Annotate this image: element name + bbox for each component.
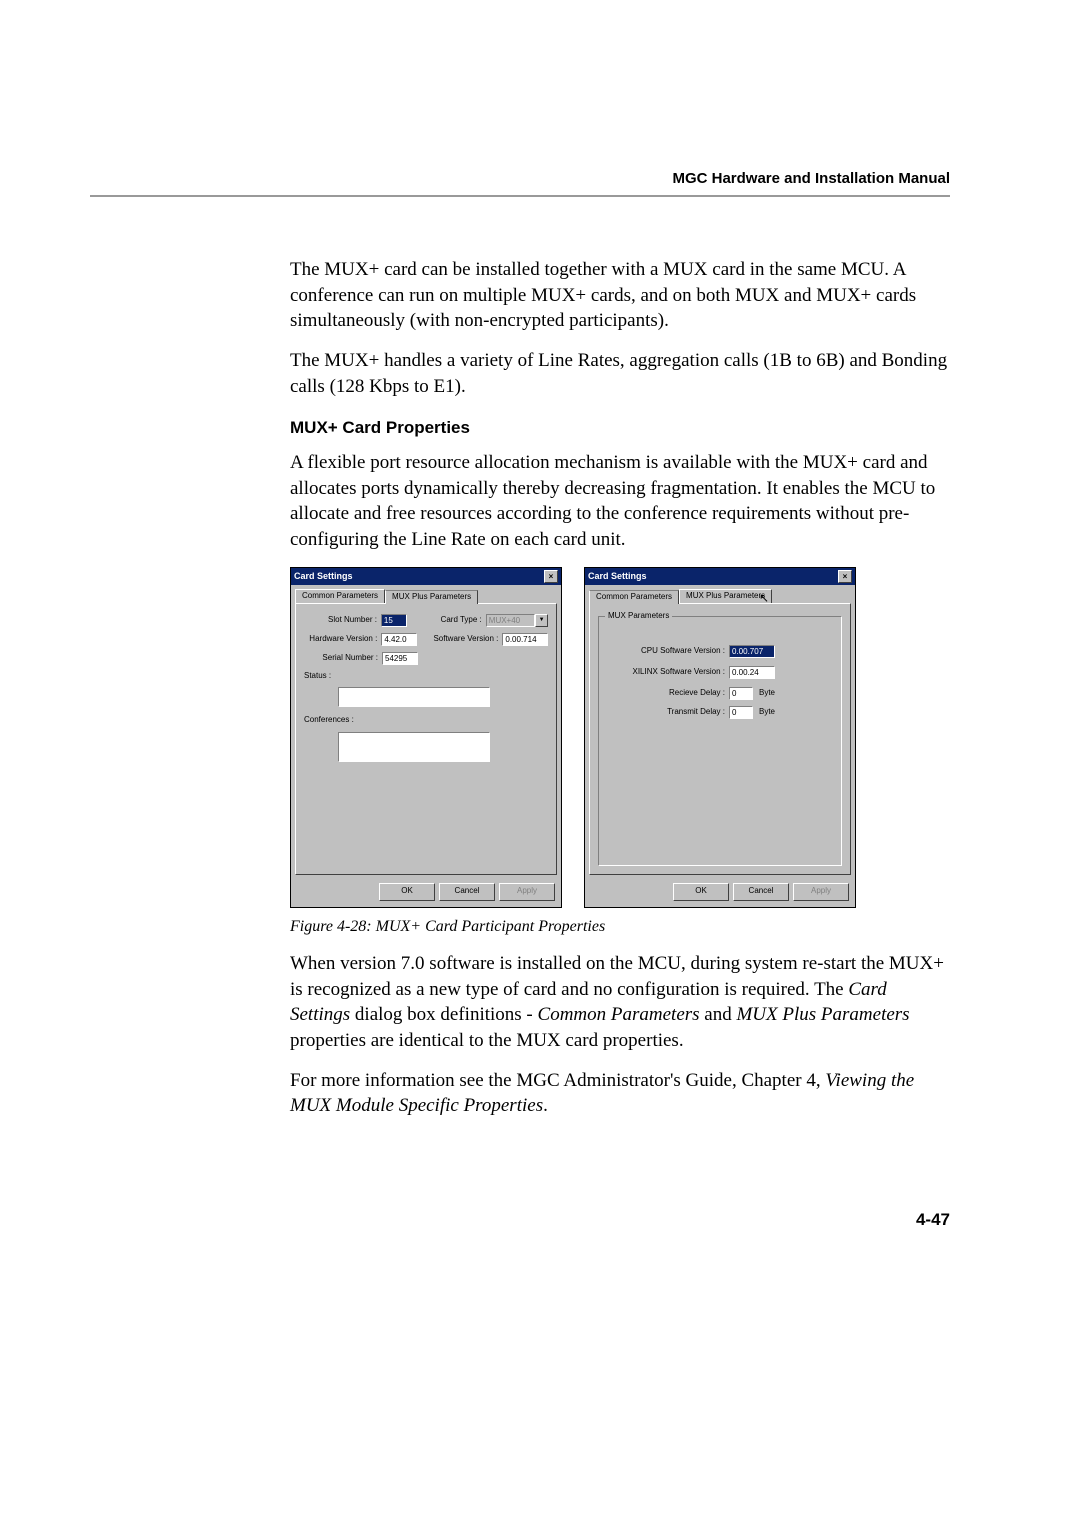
card-type-label: Card Type : — [425, 615, 482, 626]
cpu-software-version-label: CPU Software Version : — [607, 646, 725, 657]
software-version-label: Software Version : — [423, 634, 498, 645]
receive-delay-field[interactable]: 0 — [729, 687, 753, 700]
text-italic: MUX Plus Parameters — [736, 1004, 909, 1025]
tab-mux-plus-parameters[interactable]: MUX Plus Parameters — [385, 590, 478, 604]
dialog-title: Card Settings — [588, 570, 647, 582]
conferences-label: Conferences : — [304, 715, 362, 726]
mux-parameters-group: MUX Parameters CPU Software Version : 0.… — [598, 616, 842, 866]
transmit-delay-label: Transmit Delay : — [607, 707, 725, 718]
status-listbox[interactable] — [338, 687, 490, 707]
paragraph-5: For more information see the MGC Adminis… — [290, 1068, 950, 1119]
chevron-down-icon[interactable]: ▼ — [535, 614, 548, 627]
tab-common-parameters[interactable]: Common Parameters — [295, 589, 385, 603]
titlebar: Card Settings × — [585, 568, 855, 585]
receive-delay-label: Recieve Delay : — [607, 688, 725, 699]
paragraph-4: When version 7.0 software is installed o… — [290, 951, 950, 1054]
card-type-field[interactable]: MUX+40 — [486, 614, 535, 627]
card-settings-dialog-muxplus: Card Settings × Common Parameters MUX Pl… — [584, 567, 856, 908]
status-label: Status : — [304, 671, 338, 682]
close-icon[interactable]: × — [838, 570, 852, 583]
close-icon[interactable]: × — [544, 570, 558, 583]
cpu-software-version-field[interactable]: 0.00.707 — [729, 645, 775, 658]
text: For more information see the MGC Adminis… — [290, 1070, 825, 1091]
figure-caption: Figure 4-28: MUX+ Card Participant Prope… — [290, 916, 950, 938]
header-manual-title: MGC Hardware and Installation Manual — [90, 170, 950, 187]
text: . — [543, 1095, 548, 1116]
text: dialog box definitions - — [350, 1004, 537, 1025]
titlebar: Card Settings × — [291, 568, 561, 585]
main-content: The MUX+ card can be installed together … — [290, 257, 950, 1232]
page-number: 4-47 — [290, 1209, 950, 1232]
hardware-version-field[interactable]: 4.42.0 — [381, 633, 417, 646]
dialog-screenshots: Card Settings × Common Parameters MUX Pl… — [290, 567, 950, 908]
apply-button[interactable]: Apply — [793, 883, 849, 901]
cursor-icon: ↖ — [759, 590, 769, 606]
cancel-button[interactable]: Cancel — [733, 883, 789, 901]
conferences-listbox[interactable] — [338, 732, 490, 762]
xilinx-software-version-field[interactable]: 0.00.24 — [729, 666, 775, 679]
card-settings-dialog-common: Card Settings × Common Parameters MUX Pl… — [290, 567, 562, 908]
ok-button[interactable]: OK — [379, 883, 435, 901]
cancel-button[interactable]: Cancel — [439, 883, 495, 901]
apply-button[interactable]: Apply — [499, 883, 555, 901]
hardware-version-label: Hardware Version : — [304, 634, 377, 645]
text: and — [700, 1004, 737, 1025]
text: properties are identical to the MUX card… — [290, 1030, 684, 1051]
tab-panel: Slot Number : 15 Card Type : MUX+40 ▼ Ha… — [295, 603, 557, 875]
paragraph-3: A flexible port resource allocation mech… — [290, 450, 950, 553]
serial-number-label: Serial Number : — [304, 653, 378, 664]
transmit-delay-unit: Byte — [759, 707, 783, 718]
slot-number-label: Slot Number : — [304, 615, 377, 626]
text-italic: Common Parameters — [538, 1004, 700, 1025]
transmit-delay-field[interactable]: 0 — [729, 706, 753, 719]
header-rule — [90, 195, 950, 197]
software-version-field[interactable]: 0.00.714 — [502, 633, 548, 646]
tab-panel: MUX Parameters CPU Software Version : 0.… — [589, 603, 851, 875]
subheading-mux-card-properties: MUX+ Card Properties — [290, 417, 950, 440]
tab-common-parameters[interactable]: Common Parameters — [589, 590, 679, 604]
group-label: MUX Parameters — [605, 611, 672, 622]
tabs: Common Parameters MUX Plus Parameters — [291, 585, 561, 603]
dialog-title: Card Settings — [294, 570, 353, 582]
xilinx-software-version-label: XILINX Software Version : — [607, 667, 725, 678]
paragraph-1: The MUX+ card can be installed together … — [290, 257, 950, 334]
ok-button[interactable]: OK — [673, 883, 729, 901]
tabs: Common Parameters MUX Plus Parameters — [585, 585, 855, 603]
receive-delay-unit: Byte — [759, 688, 783, 699]
button-row: OK Cancel Apply — [291, 879, 561, 907]
paragraph-2: The MUX+ handles a variety of Line Rates… — [290, 348, 950, 399]
text: When version 7.0 software is installed o… — [290, 953, 944, 1000]
slot-number-field[interactable]: 15 — [381, 614, 407, 627]
button-row: OK Cancel Apply — [585, 879, 855, 907]
serial-number-field[interactable]: 54295 — [382, 652, 418, 665]
